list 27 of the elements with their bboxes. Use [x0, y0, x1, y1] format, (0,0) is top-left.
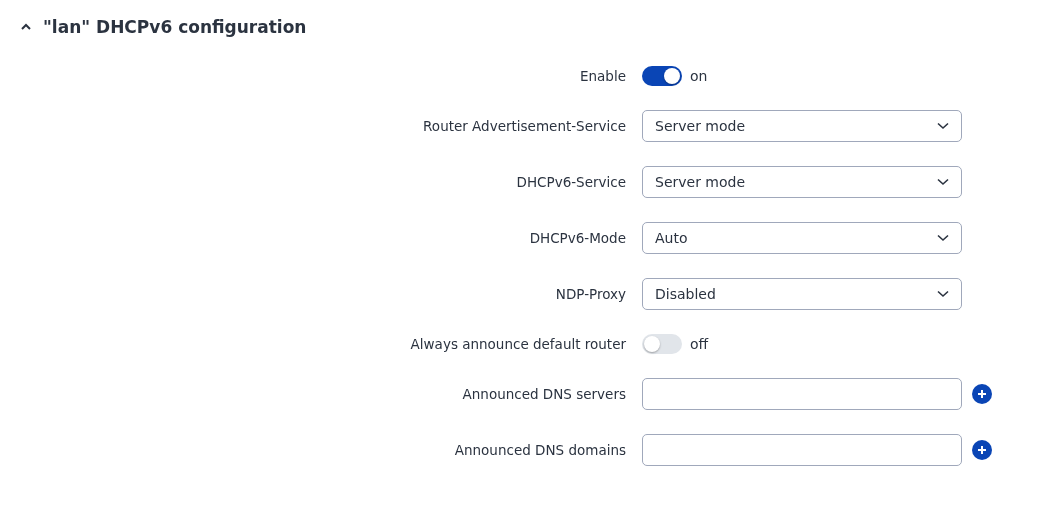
- add-button[interactable]: [972, 384, 992, 404]
- chevron-down-icon: [937, 178, 949, 186]
- dropdown[interactable]: Disabled: [642, 278, 962, 310]
- input-field[interactable]: [642, 378, 962, 410]
- field-label: NDP-Proxy: [554, 286, 626, 302]
- field-label: Announced DNS servers: [461, 386, 626, 402]
- field-label: DHCPv6-Mode: [528, 230, 626, 246]
- field-label: Always announce default router: [409, 336, 626, 352]
- toggle-state: off: [690, 336, 709, 352]
- field-label: Router Advertisement-Service: [422, 118, 626, 134]
- dropdown[interactable]: Auto: [642, 222, 962, 254]
- toggle-switch[interactable]: [642, 334, 682, 354]
- toggle-switch[interactable]: [642, 66, 682, 86]
- chevron-down-icon: [937, 122, 949, 130]
- field-label: Enable: [579, 68, 626, 84]
- toggle-state: on: [690, 68, 708, 84]
- input-field[interactable]: [642, 434, 962, 466]
- dropdown[interactable]: Server mode: [642, 166, 962, 198]
- dropdown[interactable]: Server mode: [642, 110, 962, 142]
- plus-icon: [977, 445, 987, 455]
- section-title: "lan" DHCPv6 configuration: [43, 17, 307, 37]
- chevron-down-icon: [937, 234, 949, 242]
- chevron-down-icon: [937, 290, 949, 298]
- plus-icon: [977, 389, 987, 399]
- add-button[interactable]: [972, 440, 992, 460]
- field-label: Announced DNS domains: [453, 442, 626, 458]
- field-label: DHCPv6-Service: [515, 174, 626, 190]
